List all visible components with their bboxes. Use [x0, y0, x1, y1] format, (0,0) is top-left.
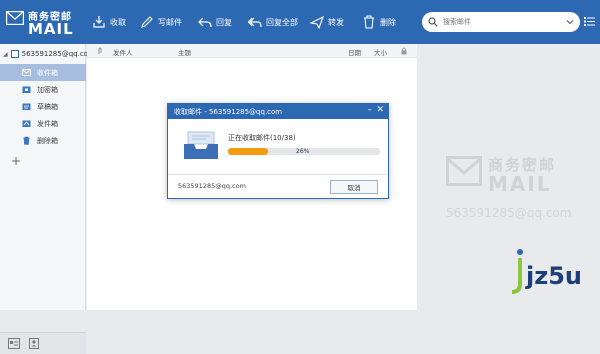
account-node[interactable]: ◢ 563591285@qq.com — [3, 50, 95, 58]
forward-button-label: 转发 — [328, 17, 344, 27]
column-subject[interactable]: 主题 — [178, 47, 191, 57]
search-input[interactable] — [443, 18, 563, 26]
trash-icon — [23, 136, 30, 145]
folder-sidebar: ◢ 563591285@qq.com 收件箱 加密箱 草稿箱 发件箱 删除箱 + — [0, 44, 95, 354]
account-label: 563591285@qq.com — [21, 50, 95, 58]
reply-button[interactable]: 回复 — [198, 14, 232, 30]
receive-mail-dialog: 收取邮件 - 563591285@qq.com – ✕ 正在收取邮件(10/38… — [167, 103, 389, 199]
receive-button-label: 收取 — [110, 17, 126, 27]
forward-icon — [310, 15, 324, 29]
sidebar-item-label: 删除箱 — [37, 136, 58, 145]
search-icon — [428, 17, 438, 27]
sidebar-item-label: 发件箱 — [37, 119, 58, 128]
chevron-down-icon[interactable] — [566, 18, 574, 26]
inbox-download-icon — [93, 16, 105, 28]
jz5u-site-logo: jz5u — [511, 249, 582, 294]
column-size[interactable]: 大小 — [374, 47, 387, 57]
menu-icon[interactable] — [584, 16, 595, 27]
pen-icon — [141, 16, 153, 28]
cancel-button[interactable]: 取消 — [330, 180, 378, 194]
receive-progress-label: 26% — [296, 148, 310, 155]
dialog-divider — [168, 174, 388, 175]
address-book-icon[interactable] — [28, 338, 40, 349]
delete-button-label: 删除 — [380, 17, 396, 27]
sidebar-item-outbox[interactable]: 发件箱 — [0, 115, 86, 132]
receive-status-text: 正在收取邮件(10/38) — [228, 134, 296, 142]
reply-all-button[interactable]: 回复全部 — [248, 14, 298, 30]
compose-button[interactable]: 写邮件 — [140, 14, 182, 30]
app-logo: 商务密邮 MAIL — [6, 5, 86, 39]
expand-triangle-icon[interactable]: ◢ — [3, 51, 8, 58]
sidebar-item-drafts[interactable]: 草稿箱 — [0, 98, 86, 115]
delete-button[interactable]: 删除 — [362, 14, 396, 30]
trash-icon — [364, 15, 374, 29]
draft-icon — [22, 103, 31, 110]
forward-button[interactable]: 转发 — [310, 14, 344, 30]
reply-icon — [198, 17, 212, 28]
inbox-tray-illustration-icon — [184, 131, 218, 159]
watermark-envelope-icon — [446, 156, 482, 186]
outbox-icon — [22, 120, 31, 127]
inbox-icon — [22, 69, 31, 76]
receive-progress-fill — [228, 148, 268, 155]
dialog-title: 收取邮件 - 563591285@qq.com — [168, 104, 388, 119]
receive-button[interactable]: 收取 — [92, 14, 126, 30]
account-icon — [10, 50, 19, 58]
top-toolbar: 商务密邮 MAIL 收取 写邮件 回复 回复全部 转发 删除 — [0, 0, 600, 44]
envelope-logo-icon — [6, 11, 24, 25]
column-sender[interactable]: 发件人 — [113, 47, 133, 57]
sidebar-item-trash[interactable]: 删除箱 — [0, 132, 86, 149]
watermark-en: MAIL — [488, 172, 552, 196]
dialog-account: 563591285@qq.com — [178, 182, 246, 190]
close-icon[interactable]: ✕ — [376, 105, 384, 115]
search-box[interactable] — [422, 12, 580, 32]
logo-en-text: MAIL — [28, 20, 74, 38]
sidebar-item-encrypted[interactable]: 加密箱 — [0, 81, 86, 98]
reply-all-icon — [248, 17, 262, 28]
sidebar-item-inbox[interactable]: 收件箱 — [0, 64, 86, 81]
preview-pane: 商务密邮 MAIL 563591285@qq.com jz5u — [418, 44, 600, 310]
attachment-column-icon[interactable] — [97, 47, 103, 57]
sidebar-item-label: 草稿箱 — [37, 102, 58, 111]
lock-column-icon[interactable] — [401, 47, 407, 57]
minimize-icon[interactable]: – — [368, 105, 373, 115]
lock-box-icon — [22, 86, 31, 93]
contacts-card-icon[interactable] — [8, 338, 20, 349]
reply-all-button-label: 回复全部 — [266, 17, 298, 27]
svg-text:jz5u: jz5u — [525, 262, 582, 290]
sidebar-item-label: 收件箱 — [37, 68, 58, 77]
column-date[interactable]: 日期 — [348, 47, 361, 57]
sidebar-footer — [0, 332, 86, 354]
add-folder-icon[interactable]: + — [11, 154, 21, 168]
sidebar-item-label: 加密箱 — [37, 85, 58, 94]
list-header: 发件人 主题 日期 大小 — [87, 44, 417, 58]
watermark-account: 563591285@qq.com — [446, 206, 572, 220]
compose-button-label: 写邮件 — [158, 17, 182, 27]
reply-button-label: 回复 — [216, 17, 232, 27]
